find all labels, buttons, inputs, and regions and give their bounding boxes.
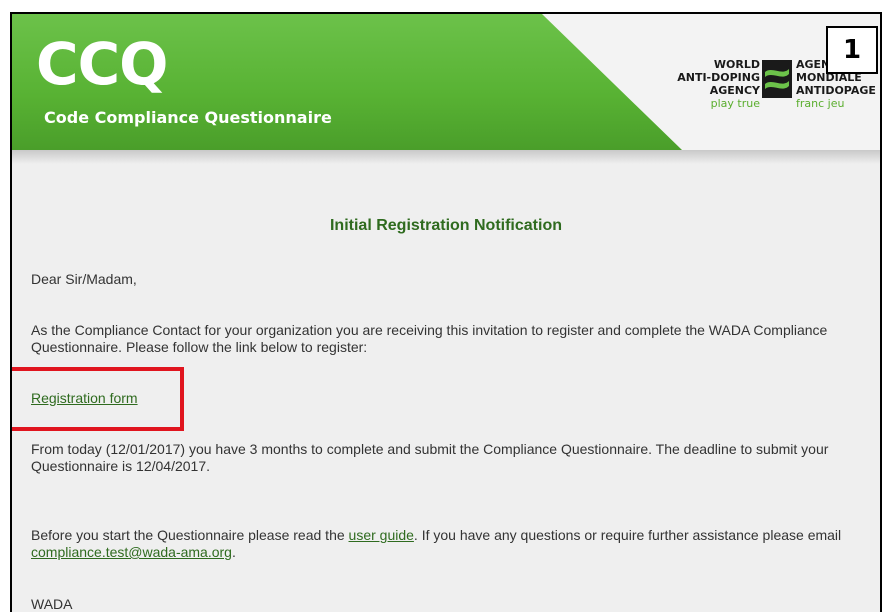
user-guide-link[interactable]: user guide — [349, 527, 414, 543]
wada-logo-english: WORLD ANTI-DOPING AGENCY play true — [677, 58, 760, 110]
guide-paragraph: Before you start the Questionnaire pleas… — [31, 527, 861, 561]
wada-mark-icon — [762, 60, 792, 98]
intro-paragraph: As the Compliance Contact for your organ… — [31, 322, 828, 355]
ccq-header-banner: CCQ Code Compliance Questionnaire WORLD … — [12, 14, 880, 150]
logo-line: ANTIDOPAGE — [796, 84, 876, 97]
logo-tagline: franc jeu — [796, 97, 845, 110]
greeting-text: Dear Sir/Madam, — [31, 271, 137, 287]
logo-line: ANTI-DOPING — [677, 71, 760, 84]
email-frame: CCQ Code Compliance Questionnaire WORLD … — [10, 12, 882, 612]
guide-suffix-text: . — [231, 544, 236, 560]
header-shadow — [12, 150, 880, 164]
step-number-badge: 1 — [826, 26, 878, 74]
notification-title: Initial Registration Notification — [329, 217, 562, 234]
signature-text: WADA — [31, 596, 73, 612]
guide-prefix-text: Before you start the Questionnaire pleas… — [31, 527, 349, 543]
app-logo-title: CCQ — [36, 30, 168, 98]
logo-tagline: play true — [710, 97, 760, 110]
logo-line: AGENCY — [709, 84, 760, 97]
logo-line: WORLD — [713, 58, 760, 71]
app-logo-subtitle: Code Compliance Questionnaire — [44, 108, 332, 127]
contact-email-link[interactable]: compliance.test@wada-ama.org — [31, 544, 232, 560]
highlight-annotation-box — [12, 367, 184, 431]
guide-middle-text: . If you have any questions or require f… — [413, 527, 842, 543]
deadline-paragraph: From today (12/01/2017) you have 3 month… — [31, 441, 829, 474]
